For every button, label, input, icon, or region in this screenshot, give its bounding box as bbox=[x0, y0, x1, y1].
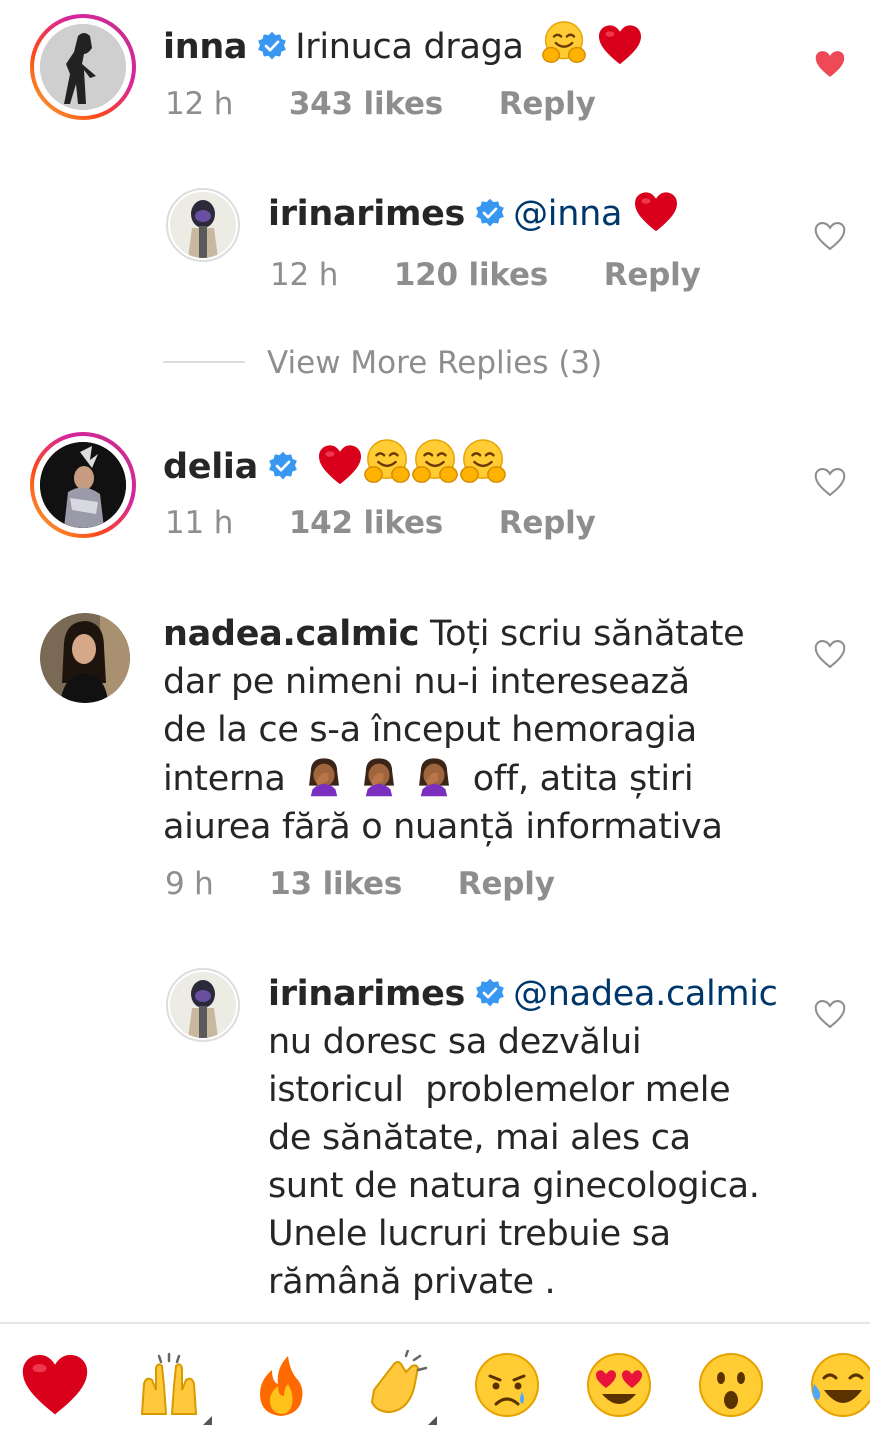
avatar[interactable] bbox=[30, 14, 136, 120]
timestamp: 11 h bbox=[165, 505, 234, 541]
like-heart-icon[interactable] bbox=[813, 220, 847, 252]
comment-meta: 9 h 13 likes Reply bbox=[165, 866, 555, 902]
facepalm-emoji-icon bbox=[357, 754, 401, 798]
comment-meta: 11 h 142 likes Reply bbox=[165, 505, 596, 541]
avatar[interactable] bbox=[40, 613, 130, 703]
comment-body: irinarimes @nadea.calmic nu doresc sa dez… bbox=[268, 970, 808, 1306]
mention-link[interactable]: @inna bbox=[513, 194, 622, 234]
fire-reaction-icon[interactable] bbox=[246, 1350, 316, 1420]
comment-body: irinarimes @inna bbox=[268, 190, 788, 238]
verified-badge-icon bbox=[475, 978, 505, 1008]
comment-body: nadea.calmic Toți scriu sănătate dar pe … bbox=[163, 610, 793, 851]
comment-body: inna Irinuca draga bbox=[163, 20, 783, 71]
avatar[interactable] bbox=[30, 432, 136, 538]
like-heart-icon[interactable] bbox=[813, 466, 847, 498]
verified-badge-icon bbox=[475, 198, 505, 228]
avatar[interactable] bbox=[166, 188, 240, 262]
crying-face-reaction-icon[interactable] bbox=[472, 1350, 542, 1420]
comment-body: delia bbox=[163, 438, 783, 491]
likes-count[interactable]: 142 likes bbox=[289, 505, 443, 541]
view-more-replies-button[interactable]: View More Replies (3) bbox=[163, 345, 602, 381]
comment-text-line: de sănătate, mai ales ca bbox=[268, 1118, 691, 1158]
reply-button[interactable]: Reply bbox=[458, 866, 555, 902]
comment-text-line: interna bbox=[163, 759, 286, 799]
username[interactable]: delia bbox=[163, 447, 258, 487]
comment-text-line: off, atita știri bbox=[472, 759, 694, 799]
verified-badge-icon bbox=[268, 451, 298, 481]
likes-count[interactable]: 13 likes bbox=[269, 866, 402, 902]
comment-text-line: istoricul problemelor mele bbox=[268, 1070, 731, 1110]
likes-count[interactable]: 120 likes bbox=[394, 257, 548, 293]
clapping-hands-reaction-icon[interactable] bbox=[360, 1350, 430, 1420]
red-heart-emoji-icon bbox=[317, 444, 363, 486]
reply-button[interactable]: Reply bbox=[499, 86, 596, 122]
likes-count[interactable]: 343 likes bbox=[289, 86, 443, 122]
timestamp: 9 h bbox=[165, 866, 214, 902]
view-more-label: View More Replies (3) bbox=[267, 345, 603, 381]
raising-hands-reaction-icon[interactable] bbox=[134, 1350, 204, 1420]
heart-eyes-reaction-icon[interactable] bbox=[584, 1350, 654, 1420]
red-heart-reaction-icon[interactable] bbox=[20, 1350, 90, 1420]
like-heart-icon[interactable] bbox=[813, 638, 847, 670]
avatar[interactable] bbox=[166, 968, 240, 1042]
comment-text-line: Toți scriu sănătate bbox=[430, 614, 745, 654]
hugging-face-emoji-icon bbox=[459, 438, 507, 486]
quick-reactions-bar bbox=[0, 1322, 870, 1432]
comment-text-line: Unele lucruri trebuie sa bbox=[268, 1214, 671, 1254]
comment-text-line: de la ce s-a început hemoragia bbox=[163, 710, 697, 750]
comment-text-line: sunt de natura ginecologica. bbox=[268, 1166, 760, 1206]
username[interactable]: nadea.calmic bbox=[163, 614, 420, 654]
hugging-face-emoji-icon bbox=[541, 20, 587, 66]
reply-button[interactable]: Reply bbox=[604, 257, 701, 293]
red-heart-emoji-icon bbox=[597, 24, 643, 66]
divider-line bbox=[163, 361, 245, 363]
skin-tone-indicator bbox=[428, 1416, 437, 1425]
verified-badge-icon bbox=[257, 31, 287, 61]
hugging-face-emoji-icon bbox=[363, 438, 411, 486]
comment-text: Irinuca draga bbox=[295, 27, 524, 67]
comment-text-line: aiurea fără o nuanță informativa bbox=[163, 807, 723, 847]
reply-button[interactable]: Reply bbox=[499, 505, 596, 541]
comment-text-line: rămână private . bbox=[268, 1262, 556, 1302]
mention-link[interactable]: @nadea.calmic bbox=[513, 974, 778, 1014]
red-heart-emoji-icon bbox=[633, 191, 679, 233]
like-heart-filled-icon[interactable] bbox=[813, 48, 847, 80]
username[interactable]: inna bbox=[163, 27, 248, 67]
facepalm-emoji-icon bbox=[302, 754, 346, 798]
comment-meta: 12 h 120 likes Reply bbox=[270, 257, 701, 293]
username[interactable]: irinarimes bbox=[268, 974, 465, 1014]
comment-text-line: nu doresc sa dezvălui bbox=[268, 1022, 642, 1062]
timestamp: 12 h bbox=[270, 257, 339, 293]
comment-text-line: dar pe nimeni nu-i interesează bbox=[163, 662, 690, 702]
hugging-face-emoji-icon bbox=[411, 438, 459, 486]
like-heart-icon[interactable] bbox=[813, 998, 847, 1030]
comment-meta: 12 h 343 likes Reply bbox=[165, 86, 596, 122]
facepalm-emoji-icon bbox=[412, 754, 456, 798]
skin-tone-indicator bbox=[203, 1416, 212, 1425]
username[interactable]: irinarimes bbox=[268, 194, 465, 234]
astonished-face-reaction-icon[interactable] bbox=[696, 1350, 766, 1420]
timestamp: 12 h bbox=[165, 86, 234, 122]
tears-of-joy-reaction-icon[interactable] bbox=[808, 1350, 870, 1420]
